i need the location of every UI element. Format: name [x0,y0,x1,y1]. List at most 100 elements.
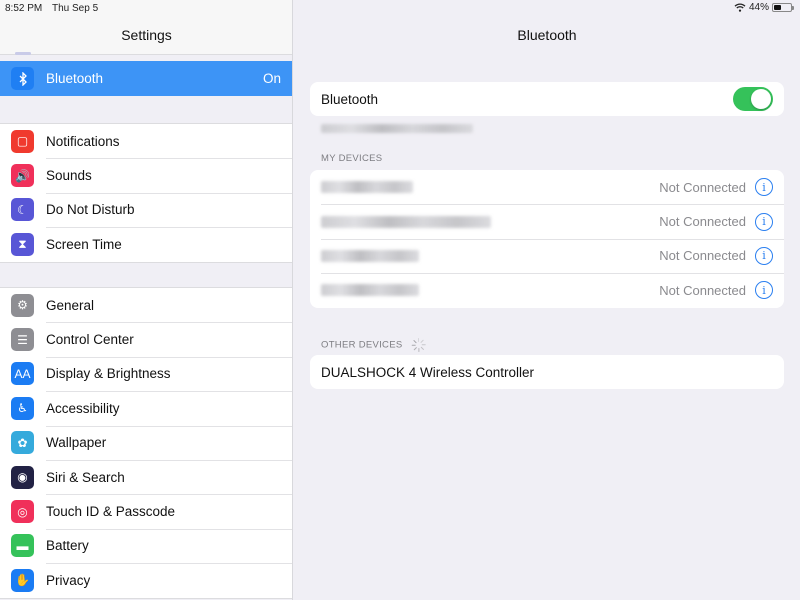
display-icon: AA [11,362,34,386]
device-status: Not Connected [659,248,746,264]
spinner-tick [413,346,418,351]
info-icon[interactable]: i [755,212,773,231]
sidebar-item-notifications[interactable]: ▢ Notifications [0,124,292,158]
device-row[interactable]: Not Connected i [310,273,784,307]
sidebar-group-general: ⚙ General ☰ Control Center AA Display & Brigh… [0,287,292,599]
battery-percent: 44% [748,2,769,13]
my-devices-list: Not Connected i Not Connected i Not Connecte… [310,170,784,308]
hand-icon: ✋ [11,568,34,592]
toggle-knob [751,89,771,110]
info-icon[interactable]: i [755,178,773,197]
siri-icon: ◉ [11,465,34,489]
wallpaper-icon: ✿ [11,431,34,455]
sidebar-item-label: Screen Time [46,236,122,252]
sidebar-item-bluetooth[interactable]: Bluetooth On [0,61,292,96]
blurred-text [321,181,413,194]
notifications-icon: ▢ [11,129,34,153]
discoverable-text-blurred [321,124,473,133]
moon-icon: ☾ [11,198,34,222]
sidebar-item-label: General [46,297,95,313]
status-date: Thu Sep 5 [52,3,99,14]
sidebar-item-label: Do Not Disturb [46,202,135,218]
battery-icon: ▬ [11,534,34,558]
info-icon[interactable]: i [755,246,773,265]
sidebar-item-general[interactable]: ⚙ General [0,288,292,322]
device-row[interactable]: Not Connected i [310,238,784,273]
settings-sidebar: Settings Bluetooth On ▢ Notifications 🔊 Sou… [0,0,293,600]
my-devices-header: MY DEVICES [321,153,383,164]
status-right: 44% [734,2,794,13]
bluetooth-toggle[interactable] [733,87,773,112]
sidebar-item-battery[interactable]: ▬ Battery [0,528,292,563]
page-title: Bluetooth [517,27,577,43]
wifi-icon [734,3,746,12]
toggles-icon: ☰ [11,328,34,352]
sidebar-item-privacy[interactable]: ✋ Privacy [0,563,292,597]
blurred-text [321,284,419,297]
device-name: DUALSHOCK 4 Wireless Controller [321,364,535,380]
other-devices-list: DUALSHOCK 4 Wireless Controller [310,355,784,390]
other-devices-header: OTHER DEVICES [321,339,403,351]
device-name-blurred [321,249,659,262]
device-status: Not Connected [659,179,746,195]
bluetooth-toggle-label: Bluetooth [321,91,379,107]
device-name-blurred [321,215,659,228]
other-devices-header-wrap: OTHER DEVICES [321,338,426,352]
sidebar-item-do-not-disturb[interactable]: ☾ Do Not Disturb [0,192,292,227]
sidebar-item-value: On [262,71,281,86]
status-bar: 8:52 PM Thu Sep 5 44% [0,0,800,16]
sidebar-item-label: Notifications [46,133,120,149]
fingerprint-icon: ◎ [11,500,34,524]
spinner-tick [421,344,426,346]
device-status: Not Connected [659,214,746,230]
sidebar-item-screen-time[interactable]: ⧗ Screen Time [0,227,292,261]
bluetooth-detail-pane: Bluetooth Bluetooth MY DEVICES Not Conne… [294,0,800,600]
battery-icon [772,3,794,12]
sidebar-item-label: Privacy [46,572,91,588]
sidebar-item-wallpaper[interactable]: ✿ Wallpaper [0,425,292,460]
device-name-blurred [321,181,659,194]
device-row[interactable]: Not Connected i [310,170,784,204]
loading-spinner-icon [411,338,426,352]
sidebar-item-label: Accessibility [46,400,120,416]
sidebar-item-touch-id-passcode[interactable]: ◎ Touch ID & Passcode [0,494,292,528]
spinner-tick [420,346,425,351]
sidebar-item-siri-search[interactable]: ◉ Siri & Search [0,459,292,494]
status-time: 8:52 PM [5,3,43,14]
battery-fill [774,5,782,10]
blurred-text [321,249,419,262]
device-status: Not Connected [659,282,746,298]
device-row[interactable]: Not Connected i [310,204,784,238]
sidebar-item-label: Bluetooth [46,71,104,86]
bluetooth-toggle-row: Bluetooth [310,82,784,116]
sidebar-item-label: Battery [46,538,89,554]
accessibility-icon: ♿ [11,396,34,420]
hourglass-icon: ⧗ [11,232,34,256]
sidebar-item-label: Touch ID & Passcode [46,504,176,520]
sidebar-item-sounds[interactable]: 🔊 Sounds [0,158,292,192]
info-icon[interactable]: i [755,281,773,300]
blurred-text [321,215,491,228]
gear-icon: ⚙ [11,293,34,317]
sidebar-item-control-center[interactable]: ☰ Control Center [0,322,292,356]
spinner-tick [420,339,425,344]
other-device-row[interactable]: DUALSHOCK 4 Wireless Controller [310,355,784,389]
sidebar-title: Settings [121,27,172,43]
sidebar-item-label: Wallpaper [46,435,107,451]
sidebar-group-notifications: ▢ Notifications 🔊 Sounds ☾ Do Not Disturb ⧗ Scr… [0,123,292,263]
sidebar-item-label: Control Center [46,332,134,348]
speaker-icon: 🔊 [11,164,34,188]
sidebar-item-label: Siri & Search [46,469,125,485]
scrolled-icon-peek [15,52,31,55]
sidebar-item-label: Display & Brightness [46,366,171,382]
sidebar-item-accessibility[interactable]: ♿ Accessibility [0,391,292,425]
spinner-tick [417,338,420,342]
spinner-tick [411,344,416,346]
bluetooth-icon [11,67,34,90]
bluetooth-toggle-card: Bluetooth [310,82,784,117]
sidebar-item-display-brightness[interactable]: AA Display & Brightness [0,356,292,391]
spinner-tick [413,339,418,344]
spinner-tick [417,348,420,352]
sidebar-item-label: Sounds [46,168,92,184]
device-name-blurred [321,284,659,297]
